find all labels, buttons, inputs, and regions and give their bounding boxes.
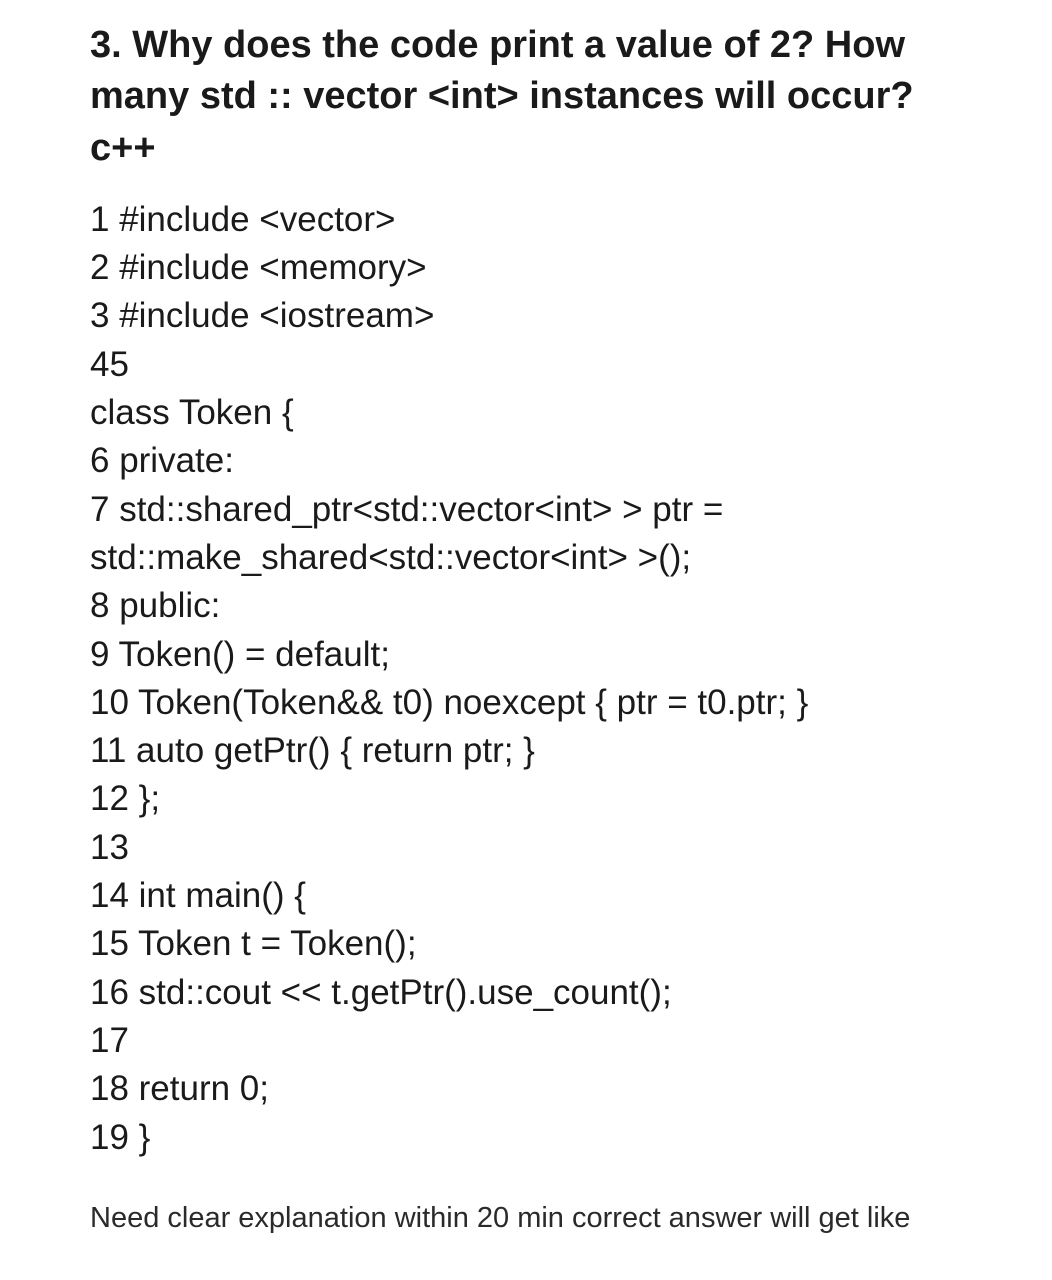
code-line: 45 (90, 341, 962, 389)
code-block: 1 #include <vector> 2 #include <memory> … (90, 196, 962, 1162)
code-line: 8 public: (90, 582, 962, 630)
code-line: 17 (90, 1017, 962, 1065)
code-line: 3 #include <iostream> (90, 292, 962, 340)
code-line: 6 private: (90, 437, 962, 485)
code-line: 14 int main() { (90, 872, 962, 920)
code-line: 12 }; (90, 775, 962, 823)
code-line: 9 Token() = default; (90, 631, 962, 679)
code-line: 2 #include <memory> (90, 244, 962, 292)
footer-note: Need clear explanation within 20 min cor… (90, 1202, 962, 1235)
code-line: 11 auto getPtr() { return ptr; } (90, 727, 962, 775)
question-title: 3. Why does the code print a value of 2?… (90, 20, 962, 174)
code-line: 13 (90, 824, 962, 872)
code-line: class Token { (90, 389, 962, 437)
code-line: 1 #include <vector> (90, 196, 962, 244)
code-line: 15 Token t = Token(); (90, 920, 962, 968)
code-line: 18 return 0; (90, 1065, 962, 1113)
code-line: 16 std::cout << t.getPtr().use_count(); (90, 969, 962, 1017)
code-line: 7 std::shared_ptr<std::vector<int> > ptr… (90, 486, 962, 583)
code-line: 10 Token(Token&& t0) noexcept { ptr = t0… (90, 679, 962, 727)
code-line: 19 } (90, 1114, 962, 1162)
